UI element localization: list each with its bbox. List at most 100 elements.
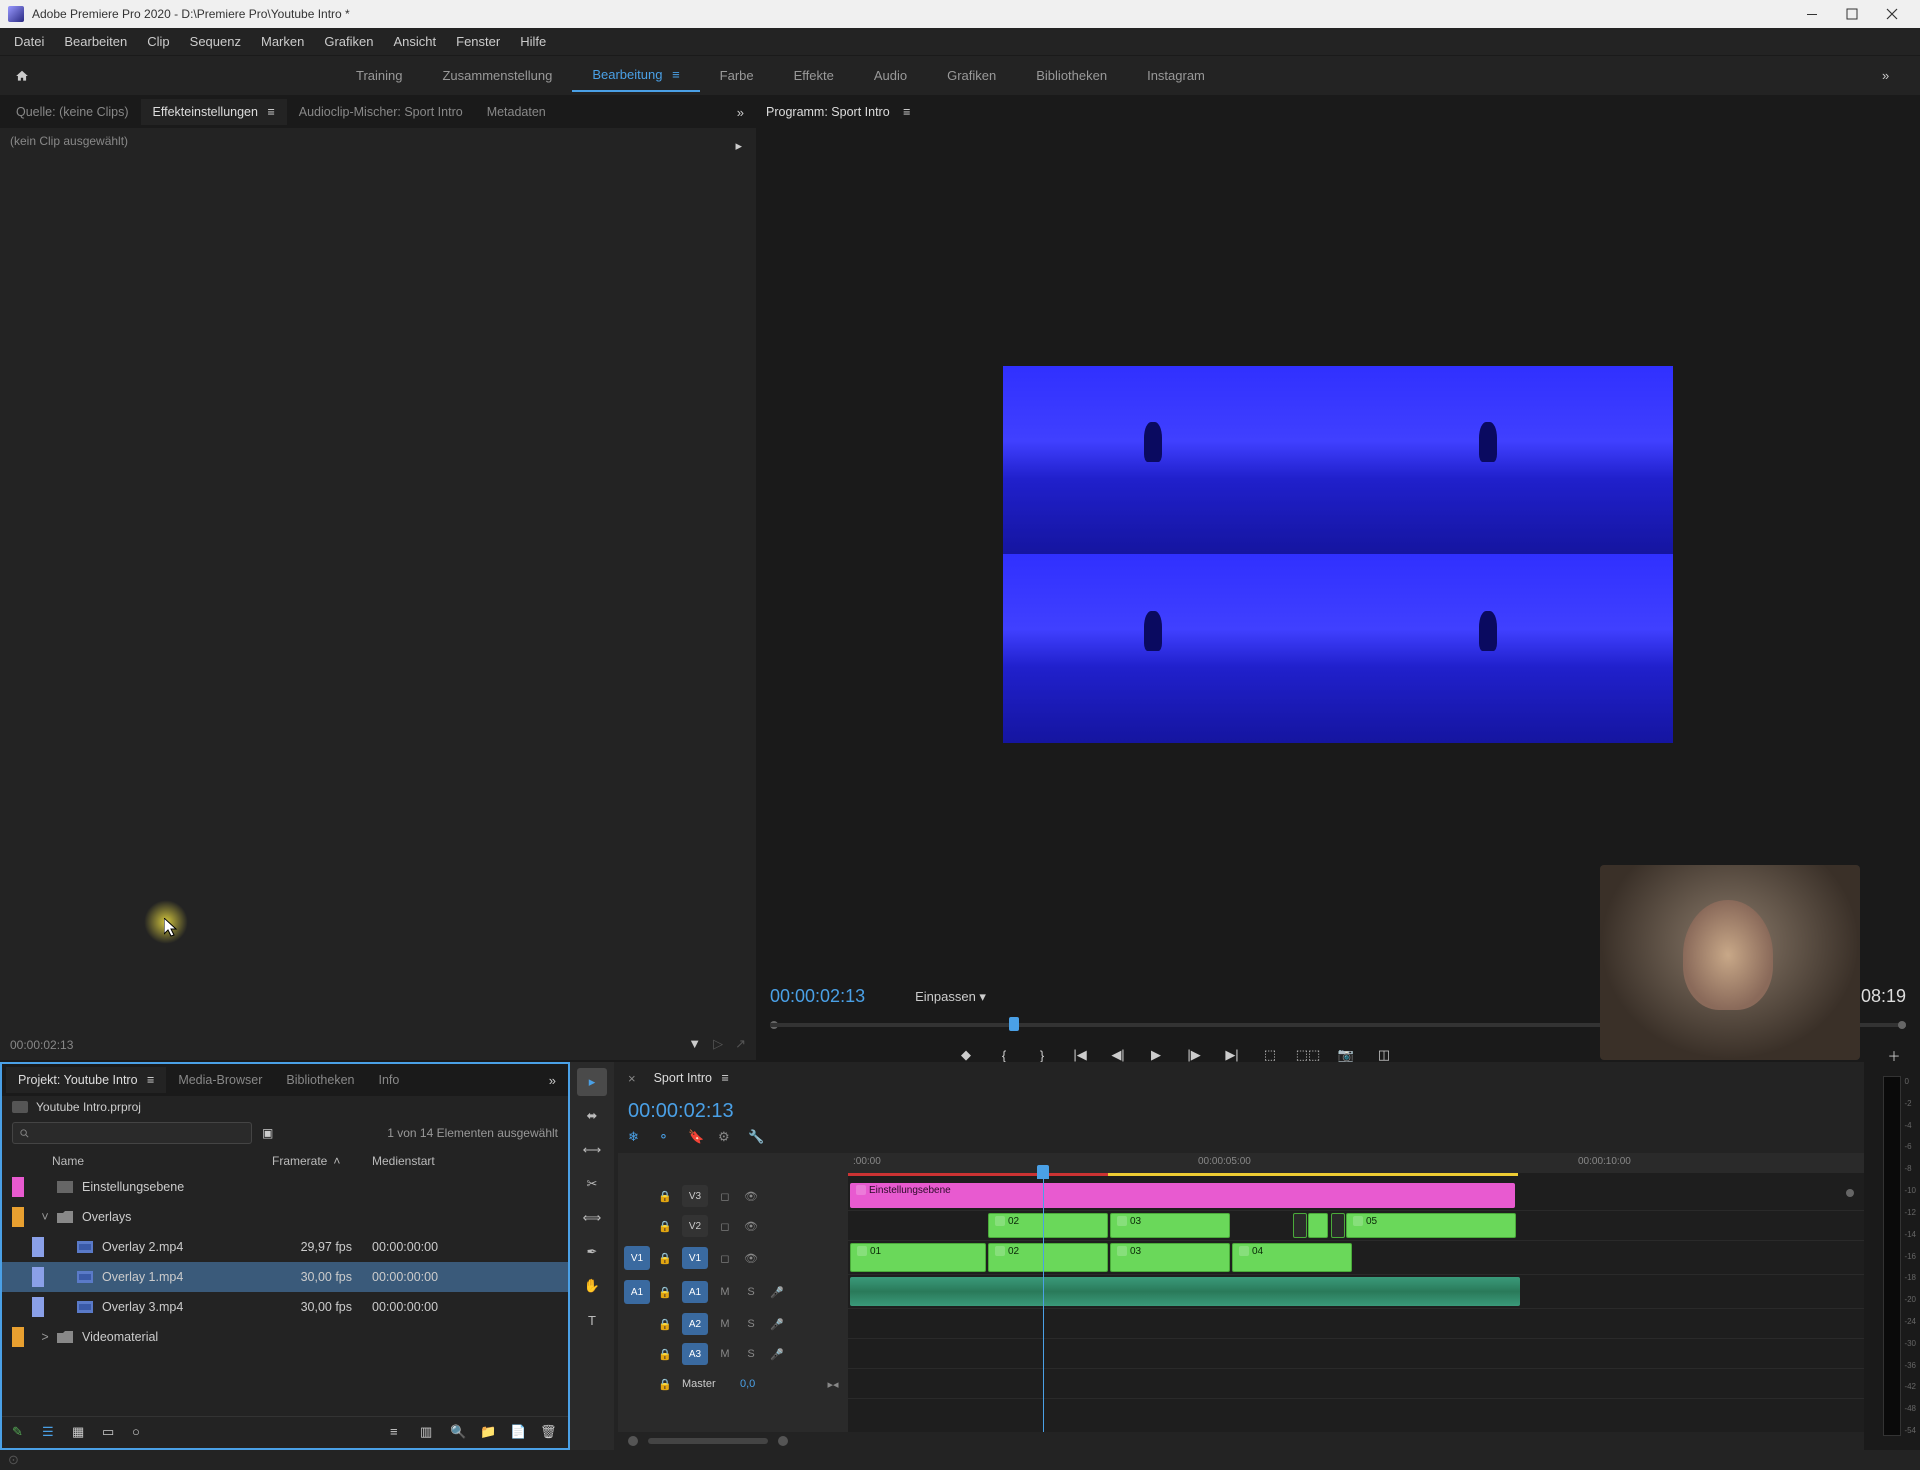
- freeform-view-button[interactable]: ▭: [102, 1424, 120, 1442]
- menu-marker[interactable]: Marken: [251, 30, 314, 53]
- work-area[interactable]: [848, 1173, 1864, 1181]
- export-frame-icon[interactable]: ↗: [735, 1036, 746, 1052]
- master-meters-icon[interactable]: ▸◂: [824, 1375, 842, 1393]
- lock-v3[interactable]: 🔒: [658, 1190, 674, 1203]
- panel-menu-icon[interactable]: ≡: [267, 105, 274, 119]
- clip-adjustment-layer[interactable]: Einstellungsebene: [850, 1183, 1515, 1208]
- tab-libraries[interactable]: Bibliotheken: [274, 1067, 366, 1093]
- tab-media-browser[interactable]: Media-Browser: [166, 1067, 274, 1093]
- source-patch-a3[interactable]: [624, 1342, 650, 1366]
- track-lane-v3[interactable]: Einstellungsebene: [848, 1181, 1864, 1211]
- timeline-timecode[interactable]: 00:00:02:13: [628, 1100, 1854, 1123]
- track-area[interactable]: :00:00 00:00:05:00 00:00:10:00 Einstellu…: [848, 1153, 1864, 1432]
- menu-window[interactable]: Fenster: [446, 30, 510, 53]
- expand-icon[interactable]: ˃: [38, 1330, 52, 1344]
- solo-a1[interactable]: S: [742, 1283, 760, 1301]
- project-menu-icon[interactable]: ≡: [147, 1073, 154, 1087]
- program-menu-icon[interactable]: ≡: [903, 105, 910, 119]
- menu-view[interactable]: Ansicht: [383, 30, 446, 53]
- ripple-edit-tool[interactable]: ⟷: [577, 1136, 607, 1164]
- source-timecode[interactable]: 00:00:02:13: [10, 1038, 73, 1052]
- project-row[interactable]: ˃Videomaterial: [2, 1322, 568, 1352]
- menu-clip[interactable]: Clip: [137, 30, 179, 53]
- project-row[interactable]: Overlay 3.mp430,00 fps00:00:00:00: [2, 1292, 568, 1322]
- type-tool[interactable]: T: [577, 1306, 607, 1334]
- source-patch-a1[interactable]: A1: [624, 1280, 650, 1304]
- tab-audio-mixer[interactable]: Audioclip-Mischer: Sport Intro: [287, 99, 475, 125]
- target-a1[interactable]: A1: [682, 1281, 708, 1303]
- scrubber-handle-right[interactable]: [1898, 1021, 1906, 1029]
- expand-icon[interactable]: ▸: [735, 138, 742, 154]
- solo-a3[interactable]: S: [742, 1345, 760, 1363]
- voiceover-a2[interactable]: 🎤: [768, 1315, 786, 1333]
- filter-icon[interactable]: ▼: [688, 1036, 701, 1052]
- linked-selection-button[interactable]: ⚬: [658, 1129, 676, 1147]
- clip-v1-02[interactable]: 02: [988, 1243, 1108, 1272]
- close-sequence-icon[interactable]: ×: [622, 1071, 642, 1086]
- pen-tool[interactable]: ✒: [577, 1238, 607, 1266]
- clip-audio-a1[interactable]: [850, 1277, 1520, 1306]
- track-lane-a2[interactable]: [848, 1309, 1864, 1339]
- menu-sequence[interactable]: Sequenz: [180, 30, 251, 53]
- track-lane-a1[interactable]: [848, 1275, 1864, 1309]
- time-ruler[interactable]: :00:00 00:00:05:00 00:00:10:00: [848, 1153, 1864, 1173]
- tab-info[interactable]: Info: [366, 1067, 411, 1093]
- clip-v1-03[interactable]: 03: [1110, 1243, 1230, 1272]
- source-patch-a2[interactable]: [624, 1312, 650, 1336]
- solo-a2[interactable]: S: [742, 1315, 760, 1333]
- tab-source[interactable]: Quelle: (keine Clips): [4, 99, 141, 125]
- project-row[interactable]: Overlay 2.mp429,97 fps00:00:00:00: [2, 1232, 568, 1262]
- master-value[interactable]: 0,0: [740, 1378, 755, 1390]
- lock-a2[interactable]: 🔒: [658, 1318, 674, 1331]
- voiceover-a1[interactable]: 🎤: [768, 1283, 786, 1301]
- workspace-graphics[interactable]: Grafiken: [927, 60, 1016, 91]
- mute-a1[interactable]: M: [716, 1283, 734, 1301]
- clip-v1-04[interactable]: 04: [1232, 1243, 1352, 1272]
- workspace-training[interactable]: Training: [336, 60, 422, 91]
- target-v3[interactable]: V3: [682, 1185, 708, 1207]
- toggle-sync-lock-v2[interactable]: ◻: [716, 1217, 734, 1235]
- wrench-button[interactable]: 🔧: [748, 1129, 766, 1147]
- workspace-color[interactable]: Farbe: [700, 60, 774, 91]
- project-row[interactable]: Overlay 1.mp430,00 fps00:00:00:00: [2, 1262, 568, 1292]
- new-bin-button[interactable]: 📁: [480, 1424, 498, 1442]
- tab-project[interactable]: Projekt: Youtube Intro ≡: [6, 1067, 166, 1093]
- playhead-line[interactable]: [1043, 1173, 1044, 1432]
- clip-v2-sliver[interactable]: [1308, 1213, 1328, 1238]
- project-panel-overflow[interactable]: »: [541, 1069, 564, 1092]
- target-v1[interactable]: V1: [682, 1247, 708, 1269]
- minimize-button[interactable]: [1792, 0, 1832, 28]
- clip-v2-gap2[interactable]: [1331, 1213, 1345, 1238]
- tab-effect-controls[interactable]: Effekteinstellungen ≡: [141, 99, 287, 125]
- scrubber-playhead[interactable]: [1009, 1017, 1019, 1031]
- toggle-track-output-v1[interactable]: 👁: [742, 1249, 760, 1267]
- program-viewer[interactable]: [756, 128, 1920, 980]
- col-header-mediastart[interactable]: Medienstart: [372, 1154, 492, 1168]
- razor-tool[interactable]: ✂: [577, 1170, 607, 1198]
- sequence-menu-icon[interactable]: ≡: [721, 1071, 728, 1085]
- program-timecode-in[interactable]: 00:00:02:13: [770, 986, 865, 1007]
- filter-bin-icon[interactable]: ▣: [262, 1126, 282, 1140]
- clip-v2-gap1[interactable]: [1293, 1213, 1307, 1238]
- menu-graphics[interactable]: Grafiken: [314, 30, 383, 53]
- project-row[interactable]: Einstellungsebene: [2, 1172, 568, 1202]
- tab-program[interactable]: Programm: Sport Intro ≡: [766, 105, 910, 119]
- workspace-overflow-icon[interactable]: »: [1882, 68, 1902, 83]
- snap-button[interactable]: ❄: [628, 1129, 646, 1147]
- expand-icon[interactable]: ˅: [38, 1210, 52, 1224]
- toggle-sync-lock-v3[interactable]: ◻: [716, 1187, 734, 1205]
- lock-v1[interactable]: 🔒: [658, 1252, 674, 1265]
- clip-v1-01[interactable]: 01: [850, 1243, 986, 1272]
- workspace-audio[interactable]: Audio: [854, 60, 927, 91]
- mute-a2[interactable]: M: [716, 1315, 734, 1333]
- lock-a1[interactable]: 🔒: [658, 1286, 674, 1299]
- add-marker-timeline-button[interactable]: 🔖: [688, 1129, 706, 1147]
- target-v2[interactable]: V2: [682, 1215, 708, 1237]
- timeline-zoom-out[interactable]: [628, 1436, 638, 1446]
- home-button[interactable]: [8, 62, 36, 90]
- source-patch-v1[interactable]: V1: [624, 1246, 650, 1270]
- timeline-zoom-handle-top[interactable]: [1846, 1189, 1854, 1197]
- find-button[interactable]: 🔍: [450, 1424, 468, 1442]
- close-button[interactable]: [1872, 0, 1912, 28]
- list-view-button[interactable]: ☰: [42, 1424, 60, 1442]
